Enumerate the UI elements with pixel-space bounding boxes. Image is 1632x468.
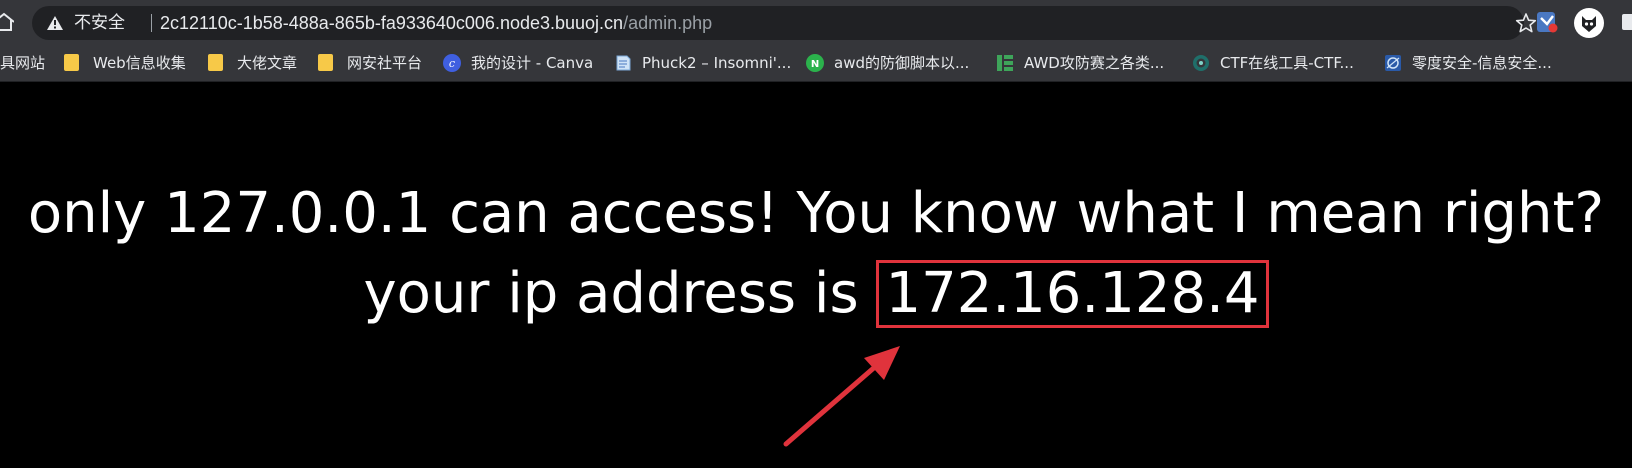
access-message: only 127.0.0.1 can access! You know what… (27, 181, 1605, 246)
bookmark-label: 大佬文章 (237, 54, 298, 72)
bookmark-item[interactable]: Web信息收集 (64, 44, 186, 81)
bookmark-label: AWD攻防赛之各类... (1024, 54, 1165, 72)
bookmark-item[interactable]: 零度安全-信息安全... (1384, 44, 1552, 81)
address-bar-row: 不安全 2c12110c-1b58-488a-865b-fa933640c006… (0, 0, 1632, 44)
bookmark-item[interactable]: CTF在线工具-CTF... (1192, 44, 1354, 81)
url-host: 2c12110c-1b58-488a-865b-fa933640c006.nod… (160, 13, 624, 33)
ip-message-prefix: your ip address is (363, 261, 859, 326)
page-content: only 127.0.0.1 can access! You know what… (0, 82, 1632, 468)
folder-icon (318, 54, 333, 71)
bookmark-label: Phuck2 – Insomni'... (642, 53, 792, 72)
ip-message: your ip address is 172.16.128.4 (0, 260, 1632, 328)
bookmark-item[interactable]: 大佬文章 (208, 44, 297, 81)
bookmark-label: CTF在线工具-CTF... (1220, 54, 1354, 72)
svg-text:c: c (449, 57, 455, 70)
bookmark-label: 具网站 (0, 54, 46, 72)
bookmark-item[interactable]: 具网站 (0, 44, 45, 81)
bookmark-label: 零度安全-信息安全... (1412, 54, 1552, 72)
bookmark-label: 网安社平台 (347, 54, 423, 72)
url-path: /admin.php (623, 13, 713, 33)
bookmark-item[interactable]: AWD攻防赛之各类... (996, 44, 1164, 81)
bookmark-label: awd的防御脚本以... (834, 54, 970, 72)
bookmarks-bar: 具网站 Web信息收集 大佬文章 网安社平台 c 我的设计 - Canva Ph… (0, 44, 1632, 82)
security-label[interactable]: 不安全 (74, 6, 125, 40)
menu-icon[interactable] (1616, 12, 1632, 32)
n-icon: N (806, 53, 824, 72)
bookmark-item[interactable]: 网安社平台 (318, 44, 422, 81)
svg-text:N: N (811, 59, 819, 70)
folder-icon (208, 54, 223, 71)
star-icon[interactable] (1515, 12, 1537, 34)
home-icon[interactable] (0, 10, 14, 34)
bookmark-item[interactable]: Phuck2 – Insomni'... (614, 44, 791, 81)
omnibox[interactable]: 不安全 2c12110c-1b58-488a-865b-fa933640c006… (32, 6, 1537, 40)
bookmark-item[interactable]: c 我的设计 - Canva (443, 44, 593, 81)
url-text[interactable]: 2c12110c-1b58-488a-865b-fa933640c006.nod… (160, 6, 712, 40)
bookmark-label: 我的设计 - Canva (471, 54, 594, 72)
folder-icon (64, 54, 79, 71)
grid-icon (997, 54, 1013, 71)
ctf-icon (1193, 54, 1209, 71)
browser-window: 不安全 2c12110c-1b58-488a-865b-fa933640c006… (0, 0, 1632, 468)
annotation-arrow (783, 346, 900, 447)
url-divider (151, 14, 152, 32)
canva-icon: c (443, 53, 461, 72)
ip-address-highlight: 172.16.128.4 (876, 260, 1269, 328)
zero-icon (1385, 54, 1401, 71)
bookmark-item[interactable]: N awd的防御脚本以... (806, 44, 969, 81)
warning-icon[interactable] (46, 15, 64, 31)
extension-icon[interactable] (1574, 8, 1604, 38)
bookmark-label: Web信息收集 (93, 54, 186, 72)
page-icon (616, 55, 631, 70)
extension-icon[interactable] (1536, 10, 1558, 34)
